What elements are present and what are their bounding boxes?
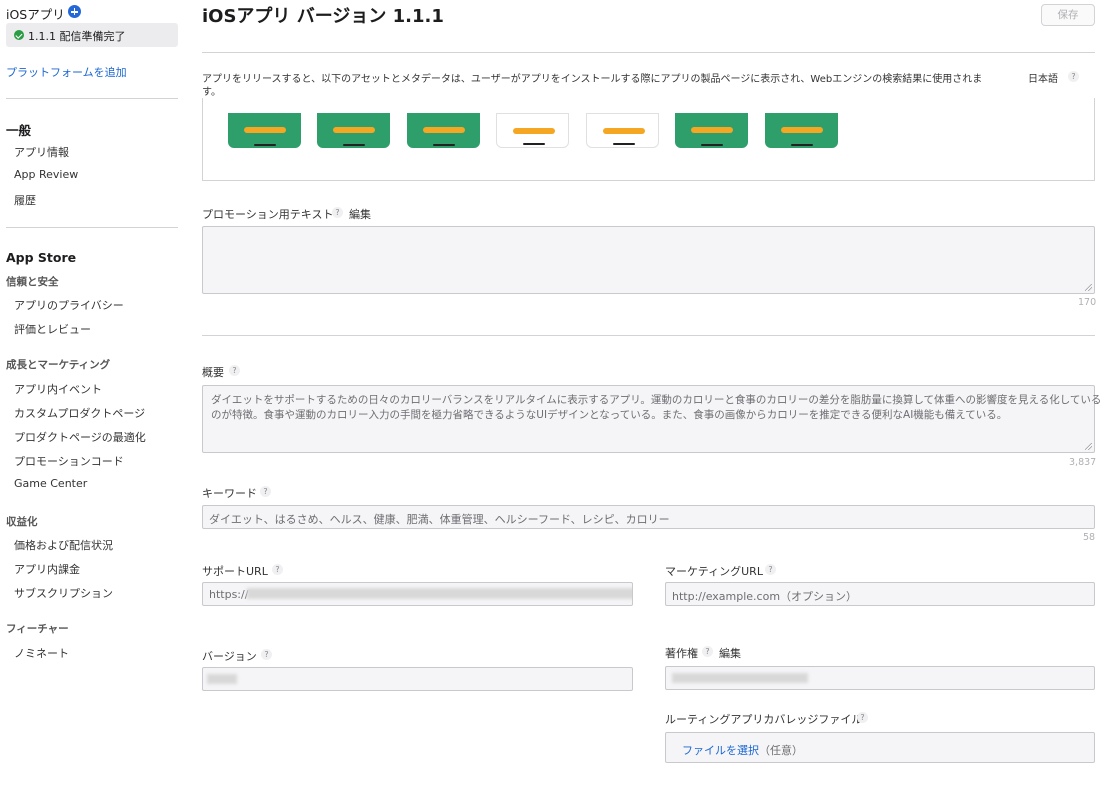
section-divider	[202, 335, 1095, 336]
promo-counter: 170	[1078, 297, 1097, 308]
sidebar-item-custom-product-pages[interactable]: カスタムプロダクトページ	[14, 405, 145, 421]
sidebar-item-in-app-events[interactable]: アプリ内イベント	[14, 381, 102, 397]
group-title-growth: 成長とマーケティング	[6, 359, 111, 371]
routing-coverage-label: ルーティングアプリカバレッジファイル	[665, 713, 863, 726]
intro-text-line2: す。	[202, 87, 221, 98]
question-mark-icon[interactable]: ?	[261, 649, 272, 660]
page-title: iOSアプリ バージョン 1.1.1	[202, 6, 444, 27]
thumbnail-button-shape	[781, 127, 823, 133]
thumbnail-button-shape	[691, 127, 733, 133]
intro-text-line1: アプリをリリースすると、以下のアセットとメタデータは、ユーザーがアプリをインスト…	[202, 74, 983, 85]
optional-label: （任意）	[759, 744, 803, 757]
version-field[interactable]	[202, 667, 633, 691]
sidebar-item-in-app-purchases[interactable]: アプリ内課金	[14, 561, 80, 577]
redacted-text	[207, 674, 237, 684]
group-title-monetization: 収益化	[6, 516, 38, 528]
version-status-label: 1.1.1 配信準備完了	[28, 30, 126, 43]
promo-text-label: プロモーション用テキスト	[202, 208, 334, 221]
sidebar-item-ratings[interactable]: 評価とレビュー	[14, 321, 91, 337]
app-title: iOSアプリ	[6, 7, 65, 22]
description-counter: 3,837	[1069, 457, 1097, 468]
question-mark-icon[interactable]: ?	[765, 564, 776, 575]
promo-text-field[interactable]	[202, 226, 1095, 294]
version-label: バージョン	[202, 650, 257, 663]
redacted-text	[247, 588, 632, 599]
copyright-field[interactable]	[665, 666, 1095, 690]
resize-handle-icon[interactable]	[1085, 284, 1092, 291]
add-platform-link[interactable]: プラットフォームを追加	[6, 64, 127, 80]
home-indicator	[433, 144, 455, 146]
copyright-edit-link[interactable]: 編集	[719, 645, 741, 661]
general-heading: 一般	[6, 123, 32, 138]
plus-circle-icon[interactable]	[68, 5, 81, 18]
sidebar-item-pricing[interactable]: 価格および配信状況	[14, 537, 113, 553]
sidebar-item-product-page-optimization[interactable]: プロダクトページの最適化	[14, 429, 146, 445]
save-button[interactable]: 保存	[1041, 4, 1095, 26]
description-line2: のが特徴。食事や運動のカロリー入力の手間を極力省略できるようなUIデザインとなっ…	[211, 409, 1008, 421]
description-field[interactable]: ダイエットをサポートするための日々のカロリーバランスをリアルタイムに表示するアプ…	[202, 385, 1101, 453]
home-indicator	[613, 143, 635, 145]
question-mark-icon[interactable]: ?	[332, 207, 343, 218]
app-screenshot-thumbnail[interactable]	[317, 113, 390, 148]
description-line1: ダイエットをサポートするための日々のカロリーバランスをリアルタイムに表示するアプ…	[211, 394, 1102, 406]
app-screenshot-thumbnail[interactable]	[586, 113, 659, 148]
question-mark-icon[interactable]: ?	[229, 365, 240, 376]
support-url-label: サポートURL	[202, 565, 268, 578]
language-label[interactable]: 日本語	[1028, 70, 1058, 85]
group-title-features: フィーチャー	[6, 623, 69, 635]
choose-file-link[interactable]: ファイルを選択	[682, 744, 759, 757]
version-status-item[interactable]: 1.1.1 配信準備完了	[6, 23, 178, 47]
question-mark-icon[interactable]: ?	[272, 564, 283, 575]
sidebar-item-app-info[interactable]: アプリ情報	[14, 144, 69, 160]
sidebar-item-history[interactable]: 履歴	[14, 192, 36, 208]
sidebar: iOSアプリ 1.1.1 配信準備完了 プラットフォームを追加 一般 アプリ情報…	[0, 0, 190, 792]
description-label: 概要	[202, 366, 224, 379]
thumbnail-button-shape	[603, 128, 645, 134]
thumbnail-button-shape	[513, 128, 555, 134]
thumbnail-button-shape	[423, 127, 465, 133]
support-url-field[interactable]: https://	[202, 582, 633, 606]
copyright-label: 著作権	[665, 647, 698, 660]
promo-edit-link[interactable]: 編集	[349, 206, 371, 222]
checkmark-circle-icon	[14, 30, 24, 40]
home-indicator	[254, 144, 276, 146]
thumbnail-button-shape	[244, 127, 286, 133]
app-screenshot-thumbnail[interactable]	[228, 113, 301, 148]
sidebar-divider	[6, 227, 178, 228]
question-mark-icon[interactable]: ?	[1068, 71, 1079, 82]
app-screenshot-thumbnail[interactable]	[765, 113, 838, 148]
marketing-url-field[interactable]: http://example.com（オプション）	[665, 582, 1095, 606]
app-screenshot-thumbnail[interactable]	[496, 113, 569, 148]
sidebar-item-nominations[interactable]: ノミネート	[14, 645, 69, 661]
question-mark-icon[interactable]: ?	[260, 486, 271, 497]
sidebar-item-game-center[interactable]: Game Center	[14, 477, 87, 490]
sidebar-item-subscriptions[interactable]: サブスクリプション	[14, 585, 113, 601]
sidebar-divider	[6, 98, 178, 99]
app-screenshot-thumbnail[interactable]	[675, 113, 748, 148]
group-title-trust: 信頼と安全	[6, 276, 59, 288]
sidebar-item-promo-codes[interactable]: プロモーションコード	[14, 453, 124, 469]
home-indicator	[523, 143, 545, 145]
home-indicator	[701, 144, 723, 146]
redacted-text	[672, 673, 808, 683]
app-screenshot-thumbnail[interactable]	[407, 113, 480, 148]
keywords-field[interactable]: ダイエット、はるさめ、ヘルス、健康、肥満、体重管理、ヘルシーフード、レシピ、カロ…	[202, 505, 1095, 529]
resize-handle-icon[interactable]	[1085, 443, 1092, 450]
sidebar-item-privacy[interactable]: アプリのプライバシー	[14, 297, 124, 313]
marketing-url-label: マーケティングURL	[665, 565, 763, 578]
home-indicator	[791, 144, 813, 146]
keywords-counter: 58	[1083, 532, 1096, 543]
question-mark-icon[interactable]: ?	[702, 646, 713, 657]
thumbnail-button-shape	[333, 127, 375, 133]
header-divider	[202, 52, 1095, 53]
routing-file-field[interactable]: ファイルを選択（任意）	[665, 732, 1095, 763]
app-store-heading: App Store	[6, 250, 77, 265]
keywords-label: キーワード	[202, 487, 257, 500]
question-mark-icon[interactable]: ?	[857, 712, 868, 723]
home-indicator	[343, 144, 365, 146]
sidebar-item-app-review[interactable]: App Review	[14, 168, 78, 181]
